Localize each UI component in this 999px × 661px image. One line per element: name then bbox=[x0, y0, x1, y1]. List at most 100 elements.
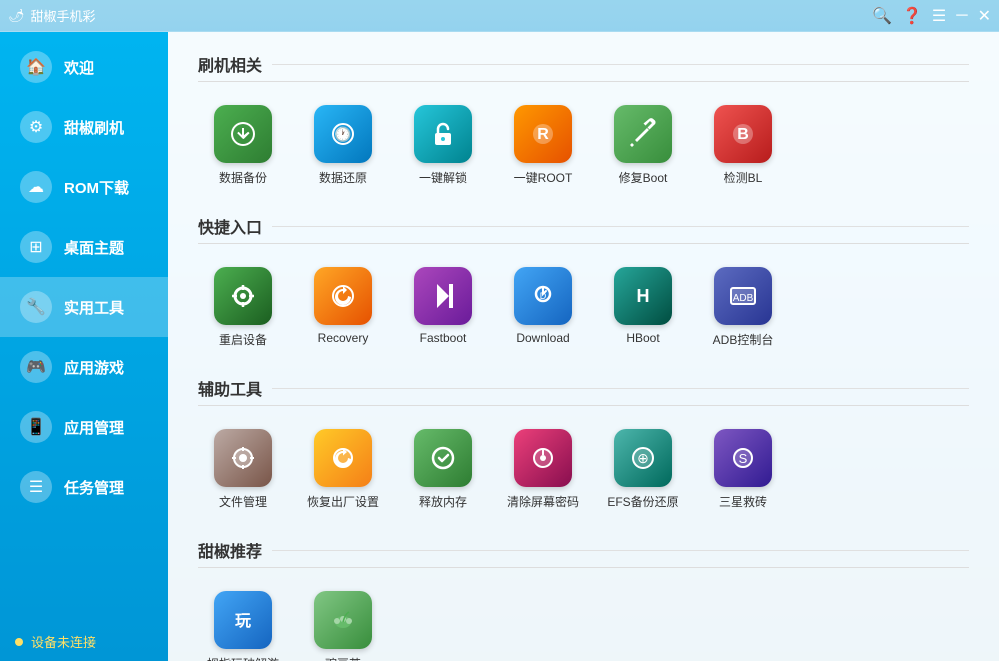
sidebar: 🏠 欢迎 ⚙ 甜椒刷机 ☁ ROM下载 ⊞ 桌面主题 🔧 实用工具 🎮 应用游戏… bbox=[0, 32, 168, 661]
aux-grid: 文件管理 恢复出厂设置 释放内存 清除屏幕密码 bbox=[198, 421, 969, 518]
clearlock-label: 清除屏幕密码 bbox=[507, 493, 579, 510]
tools-icon: 🔧 bbox=[20, 291, 52, 323]
fixboot-label: 修复Boot bbox=[619, 169, 668, 186]
restore-icon: 🕐 bbox=[314, 105, 372, 163]
factoryreset-item[interactable]: 恢复出厂设置 bbox=[298, 421, 388, 518]
section-title-flash: 刷机相关 bbox=[198, 52, 969, 82]
backup-icon bbox=[214, 105, 272, 163]
checkbl-item[interactable]: B 检测BL bbox=[698, 97, 788, 194]
root-item[interactable]: R 一键ROOT bbox=[498, 97, 588, 194]
root-icon: R bbox=[514, 105, 572, 163]
factoryreset-icon bbox=[314, 429, 372, 487]
close-icon[interactable]: ✕ bbox=[978, 6, 991, 26]
download-item[interactable]: D Download bbox=[498, 259, 588, 356]
filemanage-label: 文件管理 bbox=[219, 493, 267, 510]
wandou-item[interactable]: 豌豆荚 bbox=[298, 583, 388, 661]
download-label: Download bbox=[516, 331, 569, 345]
unlock-item[interactable]: 一键解锁 bbox=[398, 97, 488, 194]
content-area: 刷机相关 数据备份 🕐 数据还原 一键解锁 bbox=[168, 32, 999, 661]
sidebar-item-rom[interactable]: ☁ ROM下载 bbox=[0, 157, 168, 217]
restart-item[interactable]: 重启设备 bbox=[198, 259, 288, 356]
checkbl-icon: B bbox=[714, 105, 772, 163]
titlebar-left: 🌶 甜椒手机彩 bbox=[8, 6, 96, 25]
fastboot-icon bbox=[414, 267, 472, 325]
flash-icon: ⚙ bbox=[20, 111, 52, 143]
clearlock-item[interactable]: 清除屏幕密码 bbox=[498, 421, 588, 518]
svg-text:🕐: 🕐 bbox=[334, 126, 351, 143]
backup-label: 数据备份 bbox=[219, 169, 267, 186]
freemem-label: 释放内存 bbox=[419, 493, 467, 510]
factoryreset-label: 恢复出厂设置 bbox=[307, 493, 379, 510]
help-icon[interactable]: ❓ bbox=[902, 6, 922, 26]
status-text: 设备未连接 bbox=[31, 632, 96, 651]
fastboot-item[interactable]: Fastboot bbox=[398, 259, 488, 356]
titlebar: 🌶 甜椒手机彩 🔍 ❓ ☰ ─ ✕ bbox=[0, 0, 999, 32]
fixboot-icon bbox=[614, 105, 672, 163]
checkbl-label: 检测BL bbox=[724, 169, 763, 186]
svg-text:B: B bbox=[737, 126, 749, 143]
freemem-item[interactable]: 释放内存 bbox=[398, 421, 488, 518]
fingergame-label: 拇指玩破解游戏 bbox=[203, 655, 283, 661]
quick-grid: 重启设备 Recovery Fastboot D Download bbox=[198, 259, 969, 356]
fingergame-item[interactable]: 玩 拇指玩破解游戏 bbox=[198, 583, 288, 661]
restore-label: 数据还原 bbox=[319, 169, 367, 186]
titlebar-right: 🔍 ❓ ☰ ─ ✕ bbox=[872, 6, 991, 26]
rom-icon: ☁ bbox=[20, 171, 52, 203]
filemanage-item[interactable]: 文件管理 bbox=[198, 421, 288, 518]
svg-text:S: S bbox=[739, 451, 748, 466]
sidebar-item-appmanage[interactable]: 📱 应用管理 bbox=[0, 397, 168, 457]
sidebar-label-tools: 实用工具 bbox=[64, 297, 124, 318]
taskmanage-icon: ☰ bbox=[20, 471, 52, 503]
efsbackup-icon: ⊕ bbox=[614, 429, 672, 487]
sidebar-label-appmanage: 应用管理 bbox=[64, 417, 124, 438]
sidebar-item-games[interactable]: 🎮 应用游戏 bbox=[0, 337, 168, 397]
section-title-aux: 辅助工具 bbox=[198, 376, 969, 406]
freemem-icon bbox=[414, 429, 472, 487]
backup-item[interactable]: 数据备份 bbox=[198, 97, 288, 194]
sidebar-item-flash[interactable]: ⚙ 甜椒刷机 bbox=[0, 97, 168, 157]
hboot-icon: H bbox=[614, 267, 672, 325]
samsungrecover-icon: S bbox=[714, 429, 772, 487]
menu-icon[interactable]: ☰ bbox=[932, 6, 946, 26]
unlock-icon bbox=[414, 105, 472, 163]
samsungrecover-item[interactable]: S 三星救砖 bbox=[698, 421, 788, 518]
sidebar-item-welcome[interactable]: 🏠 欢迎 bbox=[0, 37, 168, 97]
unlock-label: 一键解锁 bbox=[419, 169, 467, 186]
download-icon: D bbox=[514, 267, 572, 325]
sidebar-label-theme: 桌面主题 bbox=[64, 237, 124, 258]
status-dot bbox=[15, 638, 23, 646]
theme-icon: ⊞ bbox=[20, 231, 52, 263]
fingergame-icon: 玩 bbox=[214, 591, 272, 649]
sidebar-label-games: 应用游戏 bbox=[64, 357, 124, 378]
search-icon[interactable]: 🔍 bbox=[872, 6, 892, 26]
efsbackup-label: EFS备份还原 bbox=[607, 493, 678, 510]
restart-label: 重启设备 bbox=[219, 331, 267, 348]
adb-item[interactable]: ADB ADB控制台 bbox=[698, 259, 788, 356]
svg-text:R: R bbox=[537, 126, 549, 143]
appmanage-icon: 📱 bbox=[20, 411, 52, 443]
efsbackup-item[interactable]: ⊕ EFS备份还原 bbox=[598, 421, 688, 518]
flash-grid: 数据备份 🕐 数据还原 一键解锁 R 一键ROOT bbox=[198, 97, 969, 194]
fixboot-item[interactable]: 修复Boot bbox=[598, 97, 688, 194]
adb-label: ADB控制台 bbox=[713, 331, 774, 348]
filemanage-icon bbox=[214, 429, 272, 487]
welcome-icon: 🏠 bbox=[20, 51, 52, 83]
svg-text:玩: 玩 bbox=[235, 612, 251, 630]
svg-text:H: H bbox=[637, 286, 650, 306]
sidebar-item-taskmanage[interactable]: ☰ 任务管理 bbox=[0, 457, 168, 517]
games-icon: 🎮 bbox=[20, 351, 52, 383]
svg-text:D: D bbox=[540, 291, 547, 301]
status-bar: 设备未连接 bbox=[0, 622, 168, 661]
hboot-item[interactable]: H HBoot bbox=[598, 259, 688, 356]
hboot-label: HBoot bbox=[626, 331, 659, 345]
restore-item[interactable]: 🕐 数据还原 bbox=[298, 97, 388, 194]
recovery-item[interactable]: Recovery bbox=[298, 259, 388, 356]
restart-icon bbox=[214, 267, 272, 325]
wandou-label: 豌豆荚 bbox=[325, 655, 361, 661]
sidebar-item-theme[interactable]: ⊞ 桌面主题 bbox=[0, 217, 168, 277]
svg-text:⊕: ⊕ bbox=[637, 450, 649, 466]
minimize-icon[interactable]: ─ bbox=[956, 7, 967, 25]
clearlock-icon bbox=[514, 429, 572, 487]
recovery-label: Recovery bbox=[318, 331, 369, 345]
sidebar-item-tools[interactable]: 🔧 实用工具 bbox=[0, 277, 168, 337]
